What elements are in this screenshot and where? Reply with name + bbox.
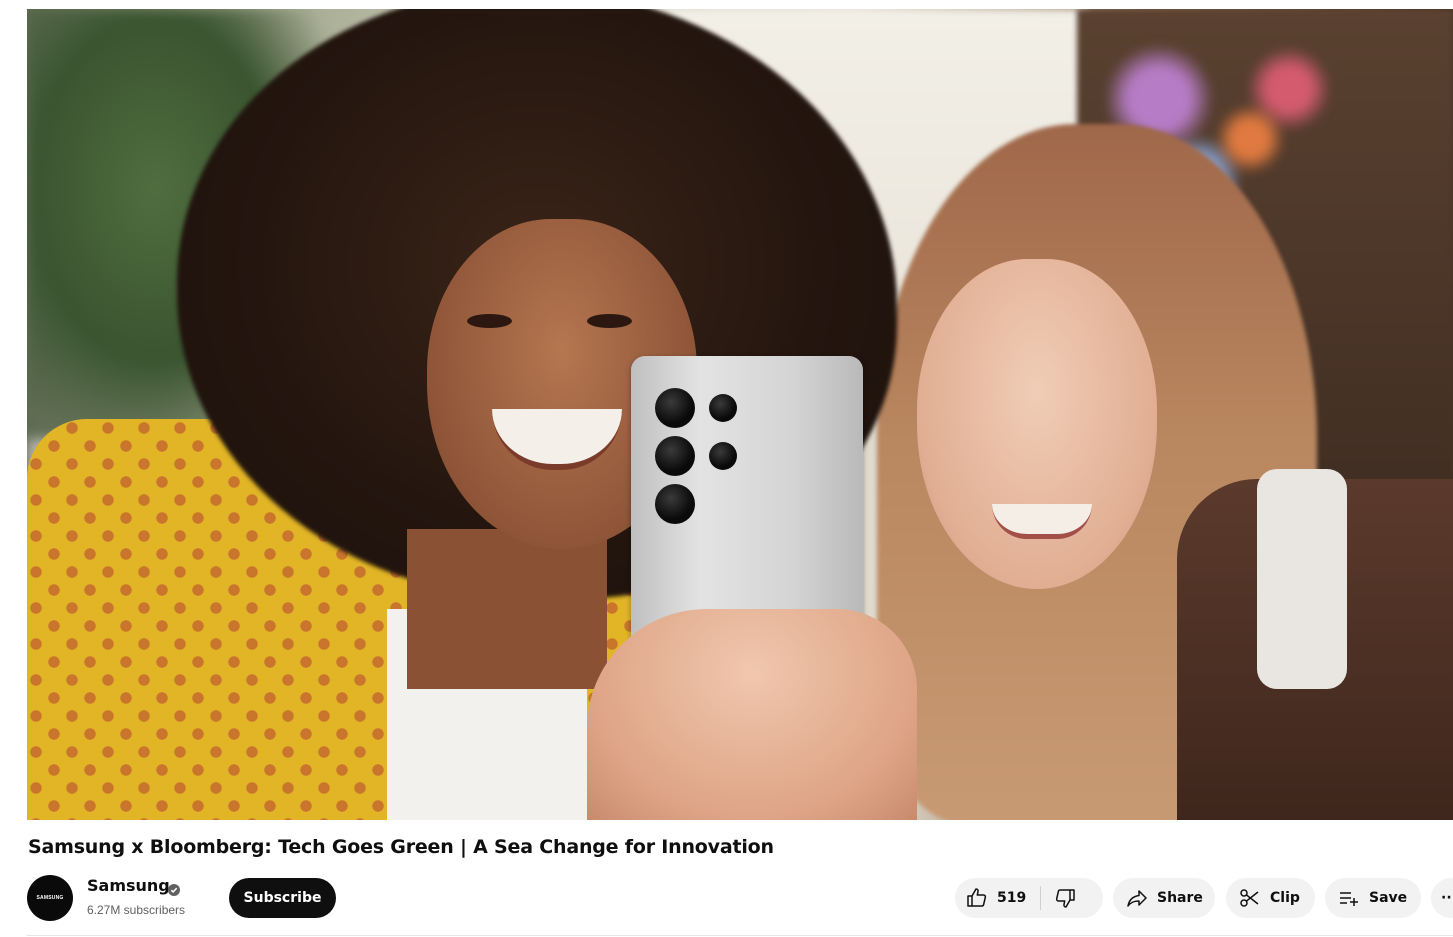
like-button[interactable]: 519 [965,886,1026,910]
verified-check-icon [168,881,180,896]
section-divider [27,935,1453,936]
share-button[interactable]: Share [1113,878,1215,918]
subscriber-count: 6.27M subscribers [87,903,186,917]
hand [587,609,917,820]
share-arrow-icon [1125,886,1149,910]
camera-lens [709,394,737,422]
like-dislike-group: 519 [955,878,1103,918]
person-right-face [917,259,1157,589]
video-title: Samsung x Bloomberg: Tech Goes Green | A… [28,836,774,858]
save-button[interactable]: Save [1325,878,1421,918]
save-label: Save [1369,890,1408,906]
watch-page: Samsung x Bloomberg: Tech Goes Green | A… [0,0,1453,937]
person-left-eye [467,314,512,328]
camera-lens [655,484,695,524]
avatar-logo-text: SAMSUNG [36,895,64,901]
more-horizontal-icon: ··· [1441,890,1453,906]
person-left-eye [587,314,632,328]
more-actions-button[interactable]: ··· [1431,878,1453,918]
person-left-neck [407,529,607,689]
person-right-collar [1257,469,1347,689]
clip-label: Clip [1270,890,1300,906]
channel-name[interactable]: Samsung [87,876,170,895]
scissors-icon [1238,886,1262,910]
subscribe-button[interactable]: Subscribe [229,878,336,918]
video-player[interactable] [27,9,1453,820]
camera-lens [655,388,695,428]
channel-avatar[interactable]: SAMSUNG [27,875,73,921]
thumbs-down-icon [1053,886,1077,910]
clip-button[interactable]: Clip [1226,878,1315,918]
share-label: Share [1157,890,1203,906]
playlist-add-icon [1337,886,1361,910]
thumbs-up-icon [965,886,989,910]
camera-lens [655,436,695,476]
like-divider [1040,886,1042,910]
like-count: 519 [997,890,1027,906]
dislike-button[interactable] [1053,886,1077,910]
camera-lens [709,442,737,470]
